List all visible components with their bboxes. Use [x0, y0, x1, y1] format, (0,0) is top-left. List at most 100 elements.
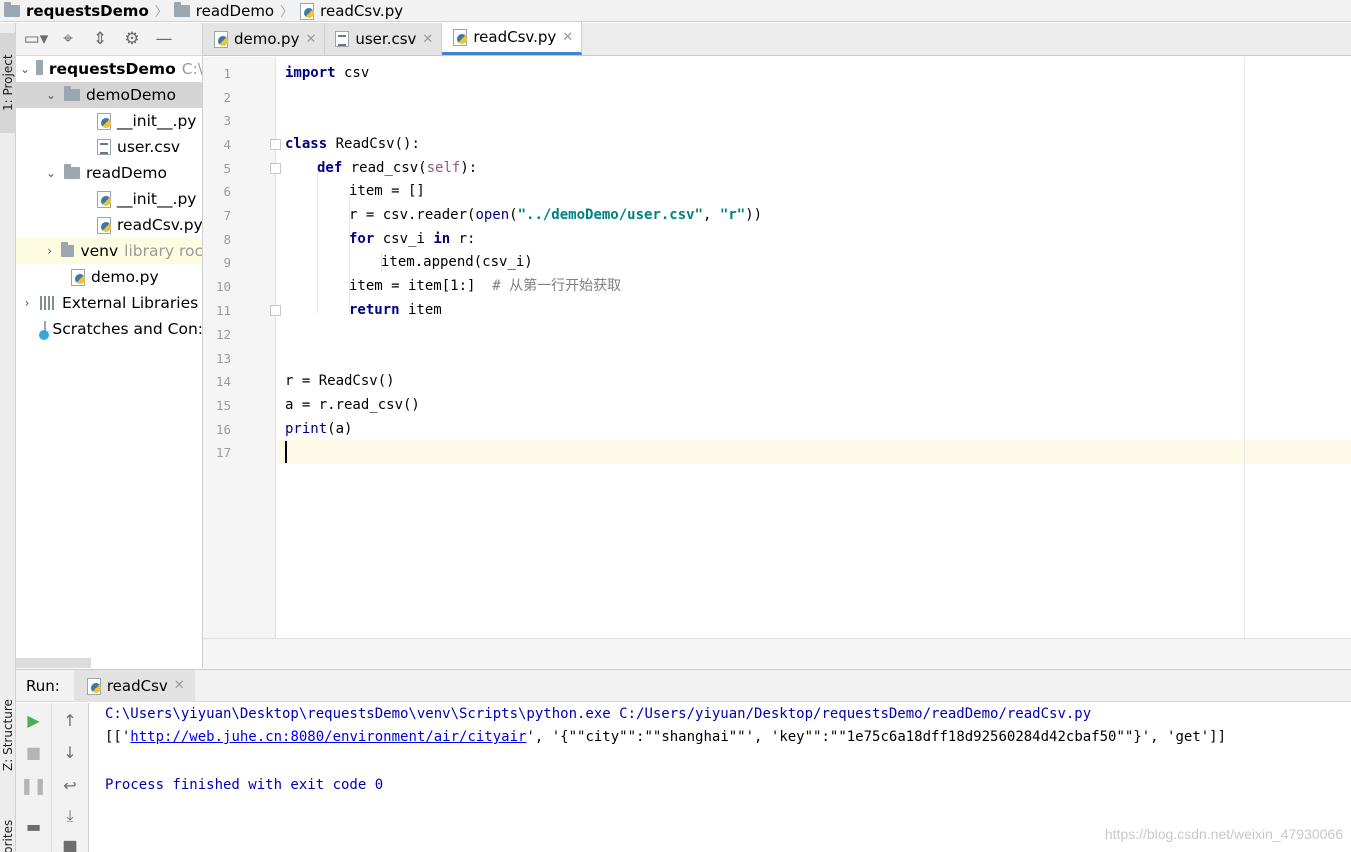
editor-bottom-area	[203, 638, 1351, 668]
chevron-down-icon[interactable]: ⌄	[44, 166, 58, 180]
close-icon[interactable]: ✕	[422, 32, 433, 47]
project-horizontal-scrollbar[interactable]	[16, 658, 91, 668]
tree-item-readCsv-py[interactable]: readCsv.py	[16, 212, 203, 238]
tree-item-label: user.csv	[117, 138, 181, 156]
close-icon[interactable]: ✕	[562, 30, 573, 45]
console-output-line: [['http://web.juhe.cn:8080/environment/a…	[105, 727, 1226, 747]
fold-marker-icon[interactable]	[270, 305, 281, 316]
line-number: 14	[215, 374, 231, 389]
code-keyword: def	[317, 160, 343, 176]
line-number: 3	[223, 113, 231, 128]
code-text: (a)	[327, 421, 353, 437]
python-file-icon	[96, 113, 112, 130]
tab-label: readCsv.py	[473, 28, 557, 46]
code-line-16: print(a)	[285, 418, 352, 441]
breadcrumb: requestsDemo 〉 readDemo 〉 readCsv.py	[0, 0, 1351, 22]
line-number: 15	[215, 398, 231, 413]
chevron-down-icon[interactable]: ⌄	[20, 62, 30, 76]
gear-icon[interactable]: ⚙	[122, 29, 142, 49]
tree-item-external-libraries[interactable]: › External Libraries	[16, 290, 202, 316]
close-icon[interactable]: ✕	[174, 678, 185, 693]
chevron-down-icon[interactable]: ⌄	[44, 88, 58, 102]
tree-item-venv[interactable]: › venv library roc	[16, 238, 202, 264]
line-number: 10	[215, 279, 231, 294]
tree-item-init-py[interactable]: __init__.py	[16, 108, 202, 134]
console-text: [['	[105, 729, 131, 745]
breadcrumb-separator: 〉	[280, 5, 294, 20]
breadcrumb-project[interactable]: requestsDemo	[4, 1, 149, 20]
run-console-output[interactable]: C:\Users\yiyuan\Desktop\requestsDemo\ven…	[89, 703, 1351, 852]
code-string: "r"	[719, 207, 746, 223]
scroll-to-end-icon[interactable]: ⤓	[52, 804, 88, 828]
code-builtin: open	[475, 207, 510, 223]
breadcrumb-file[interactable]: readCsv.py	[299, 2, 403, 20]
folder-icon	[173, 1, 190, 17]
tree-item-demoDemo[interactable]: ⌄ demoDemo	[16, 82, 202, 108]
python-file-icon	[70, 269, 86, 286]
breadcrumb-folder[interactable]: readDemo	[173, 1, 275, 20]
breadcrumb-folder-label: readDemo	[195, 1, 275, 20]
tree-item-init-py[interactable]: __init__.py	[16, 186, 202, 212]
code-keyword: in	[433, 231, 451, 247]
locate-file-icon[interactable]: ⌖	[58, 29, 78, 49]
tree-item-label: readDemo	[86, 164, 167, 182]
fold-marker-icon[interactable]	[270, 139, 281, 150]
tab-readCsv-py[interactable]: readCsv.py ✕	[442, 22, 583, 55]
tree-item-readDemo[interactable]: ⌄ readDemo	[16, 160, 202, 186]
code-text: ):	[460, 160, 478, 176]
code-line-9: item.append(csv_i)	[381, 254, 533, 270]
left-tool-strip: 1: Project Z: Structure Favorites	[0, 23, 16, 852]
tree-item-scratches[interactable]: Scratches and Con:	[16, 316, 202, 342]
up-arrow-icon[interactable]: ↑	[52, 708, 88, 732]
pause-icon[interactable]: ❚❚	[16, 773, 51, 797]
tab-favorites[interactable]: Favorites	[0, 818, 16, 852]
editor-tab-bar: demo.py ✕ user.csv ✕ readCsv.py ✕	[203, 22, 1351, 56]
project-view-dropdown-icon[interactable]: ▭▾	[24, 29, 49, 49]
tab-project[interactable]: 1: Project	[0, 33, 16, 133]
tab-label: user.csv	[355, 30, 417, 48]
run-tab-readCsv[interactable]: readCsv ✕	[73, 669, 195, 702]
code-editor[interactable]: 1 2 3 4 5 6 7 8 9 10 11 12 13 14 15 16 1…	[203, 57, 1351, 638]
chevron-right-icon[interactable]: ›	[20, 296, 34, 310]
code-line-10: item = item[1:] # 从第一行开始获取	[349, 275, 621, 298]
layout-icon[interactable]: ▬	[16, 814, 51, 838]
console-link[interactable]: http://web.juhe.cn:8080/environment/air/…	[130, 729, 526, 745]
breadcrumb-file-label: readCsv.py	[320, 1, 404, 20]
soft-wrap-icon[interactable]: ↩	[52, 773, 88, 797]
fold-marker-icon[interactable]	[270, 163, 281, 174]
tree-item-demo-py[interactable]: demo.py	[16, 264, 202, 290]
tree-item-label: __init__.py	[117, 190, 197, 208]
tree-item-label: readCsv.py	[117, 216, 203, 234]
stop-icon[interactable]: ■	[16, 740, 51, 764]
rerun-icon[interactable]: ▶	[16, 708, 51, 732]
tab-demo-py[interactable]: demo.py ✕	[203, 23, 326, 55]
code-text: csv	[335, 65, 370, 81]
chevron-right-icon[interactable]: ›	[44, 244, 55, 258]
collapse-all-icon[interactable]: ⇕	[90, 29, 110, 49]
print-icon[interactable]: ▆	[52, 833, 88, 852]
hide-icon[interactable]: —	[154, 29, 174, 49]
line-number: 11	[215, 303, 231, 318]
tab-structure[interactable]: Z: Structure	[0, 695, 16, 775]
tab-user-csv[interactable]: user.csv ✕	[325, 23, 443, 55]
tree-item-label: demoDemo	[86, 86, 177, 104]
text-caret	[285, 441, 287, 463]
right-margin-guide	[1244, 57, 1245, 638]
code-text: ,	[703, 207, 720, 223]
code-keyword: import	[285, 65, 336, 81]
code-self: self	[426, 160, 461, 176]
down-arrow-icon[interactable]: ↓	[52, 740, 88, 764]
folder-icon	[4, 1, 20, 17]
line-number: 7	[223, 208, 231, 223]
code-keyword: return	[349, 302, 400, 318]
breadcrumb-separator: 〉	[154, 5, 168, 20]
tree-item-label: __init__.py	[117, 112, 197, 130]
close-icon[interactable]: ✕	[305, 32, 316, 47]
code-line-15: a = r.read_csv()	[285, 397, 420, 413]
tree-item-root[interactable]: ⌄ requestsDemo C:\	[16, 56, 202, 82]
tree-item-user-csv[interactable]: user.csv	[16, 134, 202, 160]
code-keyword: class	[285, 136, 328, 152]
line-number: 2	[223, 90, 231, 105]
text-file-icon	[335, 31, 350, 47]
indent-guide	[317, 173, 318, 313]
